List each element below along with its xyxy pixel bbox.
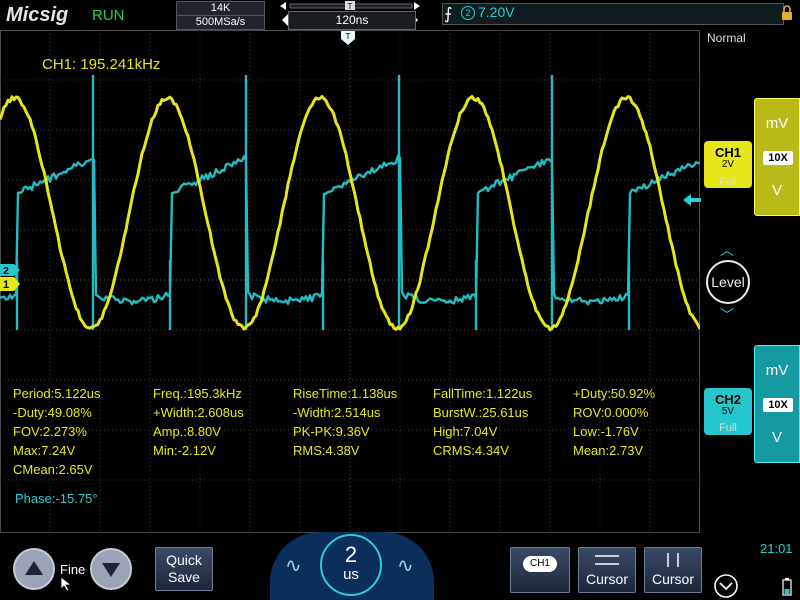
horizontal-cursor-button[interactable]: Cursor xyxy=(578,547,636,593)
measurement-item: Freq.:195.3kHz xyxy=(153,386,242,401)
measurement-item: Amp.:8.80V xyxy=(153,424,221,439)
level-down-icon[interactable]: ﹀ xyxy=(720,305,734,325)
measurement-item: ROV:0.000% xyxy=(573,405,648,420)
measurement-item: RiseTime:1.138us xyxy=(293,386,397,401)
vertical-cursor-icon xyxy=(653,552,693,568)
measurement-item: Mean:2.73V xyxy=(573,443,643,458)
measurement-item: Period:5.122us xyxy=(13,386,100,401)
timebase-decrease-icon[interactable]: ∿ xyxy=(285,553,302,578)
ch2-coupling: Full xyxy=(704,422,752,434)
cursor-pointer-icon xyxy=(60,576,74,592)
frequency-readout: CH1: 195.241kHz xyxy=(42,56,160,73)
svg-text:1: 1 xyxy=(3,279,9,291)
svg-text:T: T xyxy=(348,2,353,11)
measurement-item: FallTime:1.122us xyxy=(433,386,532,401)
measurement-item: CMean:2.65V xyxy=(13,462,93,477)
ch2-volts-per-div: 5V xyxy=(704,406,752,417)
vertical-cursor-label: Cursor xyxy=(645,571,701,587)
ch1-chip: CH1 xyxy=(523,556,557,572)
timebase-value: 2 xyxy=(322,544,380,566)
quick-save-button[interactable]: Quick Save xyxy=(155,547,213,591)
trigger-position-marker[interactable]: T xyxy=(341,31,355,45)
channel-select-button[interactable]: CH1 xyxy=(510,547,570,593)
ch2-unit-mv[interactable]: mV xyxy=(755,362,799,379)
horizontal-cursor-label: Cursor xyxy=(579,571,635,587)
horizontal-cursor-icon xyxy=(587,552,627,568)
level-knob-button[interactable]: Level xyxy=(706,260,750,304)
ch1-probe-ratio[interactable]: 10X xyxy=(763,151,793,165)
scroll-left-icon xyxy=(280,2,286,10)
measurement-item: -Duty:49.08% xyxy=(13,405,92,420)
memory-depth[interactable]: 14K xyxy=(176,1,265,16)
sample-rate[interactable]: 500MSa/s xyxy=(176,15,265,30)
ch1-scale-panel[interactable]: mV 10X V xyxy=(754,98,800,216)
quick-save-line2: Save xyxy=(156,569,212,586)
measurement-item: BurstW.:25.61us xyxy=(433,405,528,420)
trigger-mode[interactable]: Normal xyxy=(707,31,746,45)
ch1-unit-mv[interactable]: mV xyxy=(755,115,799,132)
trigger-level: 7.20V xyxy=(478,4,515,20)
time-offset[interactable]: 120ns xyxy=(288,11,416,30)
measurement-item: CRMS:4.34V xyxy=(433,443,509,458)
ch2-scale-panel[interactable]: mV 10X V xyxy=(754,345,800,463)
svg-text:2: 2 xyxy=(3,266,9,276)
measurement-item: Max:7.24V xyxy=(13,443,75,458)
ch2-name: CH2 xyxy=(704,392,752,407)
menu-expand-icon[interactable] xyxy=(710,572,742,598)
measurement-item: PK-PK:9.36V xyxy=(293,424,370,439)
fine-down-button[interactable] xyxy=(90,548,132,590)
measurement-item: Min:-2.12V xyxy=(153,443,216,458)
battery-icon xyxy=(782,578,792,596)
level-up-icon[interactable]: ︿ xyxy=(720,240,734,260)
down-arrow-icon xyxy=(102,563,120,577)
measurement-item: Low:-1.76V xyxy=(573,424,639,439)
measurement-item: RMS:4.38V xyxy=(293,443,359,458)
fine-up-button[interactable] xyxy=(13,548,55,590)
quick-save-line1: Quick xyxy=(156,552,212,569)
measurement-item: +Width:2.608us xyxy=(153,405,244,420)
svg-text:T: T xyxy=(346,32,351,41)
ch1-offset-marker[interactable]: 1 xyxy=(0,277,22,291)
trigger-source: 2 xyxy=(461,6,475,20)
fine-label: Fine xyxy=(60,562,85,577)
timebase-unit: us xyxy=(322,566,380,584)
measurement-item: FOV:2.273% xyxy=(13,424,87,439)
measurement-item: +Duty:50.92% xyxy=(573,386,655,401)
clock: 21:01 xyxy=(760,541,793,556)
ch2-unit-v[interactable]: V xyxy=(755,429,799,446)
brand-logo: Micsig xyxy=(6,4,68,27)
run-stop-status[interactable]: RUN xyxy=(92,7,125,24)
ch1-coupling: Full xyxy=(704,176,752,188)
lock-icon[interactable] xyxy=(781,5,793,21)
ch1-name: CH1 xyxy=(704,145,752,160)
ch1-volts-per-div: 2V xyxy=(704,159,752,170)
trigger-level-marker[interactable] xyxy=(683,194,701,206)
measurement-item: -Width:2.514us xyxy=(293,405,380,420)
up-arrow-icon xyxy=(25,561,43,575)
timebase-increase-icon[interactable]: ∿ xyxy=(397,553,414,578)
ch1-unit-v[interactable]: V xyxy=(755,182,799,199)
scroll-right-icon xyxy=(414,2,420,10)
vertical-cursor-button[interactable]: Cursor xyxy=(644,547,702,593)
ch2-offset-marker[interactable]: 2 xyxy=(0,264,22,276)
ch2-probe-ratio[interactable]: 10X xyxy=(763,398,793,412)
rising-edge-icon: ⨍ xyxy=(444,4,452,24)
measurement-item: High:7.04V xyxy=(433,424,497,439)
timebase-knob[interactable]: 2 us xyxy=(320,534,382,596)
phase-measurement: Phase:-15.75° xyxy=(15,491,98,506)
